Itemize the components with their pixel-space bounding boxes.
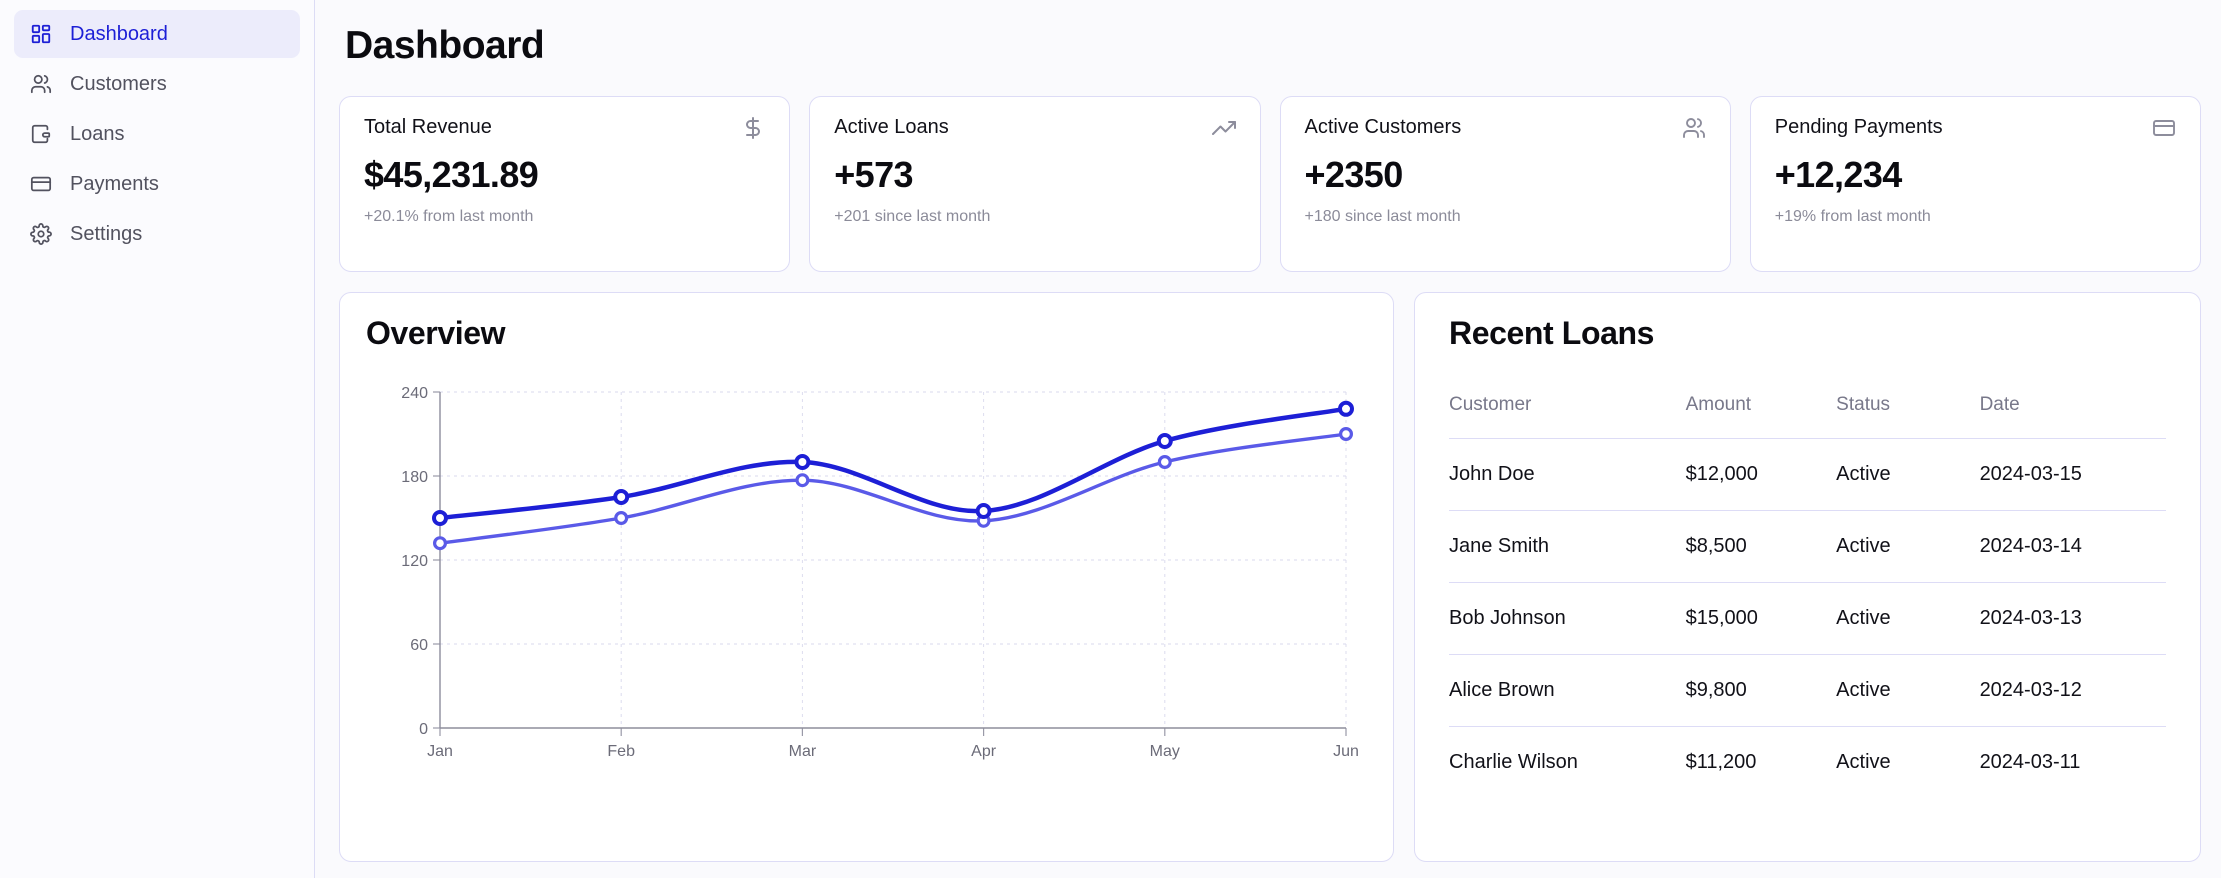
sidebar-item-label: Settings xyxy=(70,222,143,245)
sidebar-item-label: Loans xyxy=(70,122,125,145)
svg-text:Feb: Feb xyxy=(607,743,635,760)
stat-card-header: Pending Payments xyxy=(1775,116,2176,140)
loan-date: 2024-03-13 xyxy=(1979,582,2166,655)
wallet-icon xyxy=(30,123,52,145)
stat-card-title: Pending Payments xyxy=(1774,116,1943,138)
sidebar-item-loans[interactable]: Loans xyxy=(14,110,300,158)
loan-date: 2024-03-11 xyxy=(1979,726,2166,798)
svg-text:240: 240 xyxy=(401,385,428,402)
svg-text:Jun: Jun xyxy=(1333,743,1359,760)
loan-customer: Charlie Wilson xyxy=(1449,726,1686,798)
sidebar-item-settings[interactable]: Settings xyxy=(14,210,300,258)
svg-text:0: 0 xyxy=(419,721,428,738)
stat-card-header: Active Loans xyxy=(834,116,1236,140)
stat-card-title: Active Customers xyxy=(1304,116,1462,138)
stat-card-subtext: +20.1% from last month xyxy=(364,208,534,225)
column-header-amount: Amount xyxy=(1685,394,1752,415)
sidebar-item-payments[interactable]: Payments xyxy=(14,160,300,208)
layout-dashboard-icon xyxy=(30,23,52,45)
stat-card-value: +573 xyxy=(834,154,913,195)
line-chart-svg: 0 60 120 180 240 Jan Feb Mar Apr May Jun xyxy=(401,385,1359,760)
loan-status: Active xyxy=(1836,510,1980,583)
stat-card-subtext: +19% from last month xyxy=(1774,208,1931,225)
column-header-customer: Customer xyxy=(1449,394,1532,415)
recent-loans-panel: Recent Loans Customer Amount Status Date… xyxy=(1414,292,2201,862)
users-icon xyxy=(1682,116,1706,140)
loan-date: 2024-03-15 xyxy=(1979,438,2166,511)
stat-card-total-revenue[interactable]: Total Revenue $45,231.89 +20.1% from las… xyxy=(339,96,791,272)
loan-amount: $8,500 xyxy=(1685,510,1837,583)
loan-status: Active xyxy=(1836,726,1980,798)
stat-card-active-customers[interactable]: Active Customers +2350 +180 since last m… xyxy=(1279,96,1731,272)
loan-customer: Bob Johnson xyxy=(1449,582,1686,655)
stat-card-subtext: +201 since last month xyxy=(834,208,991,225)
main-content: Dashboard Total Revenue $45,231.89 +20.1… xyxy=(315,0,2221,878)
svg-text:Mar: Mar xyxy=(789,743,817,760)
stat-cards-row: Total Revenue $45,231.89 +20.1% from las… xyxy=(339,96,2201,272)
page-title: Dashboard xyxy=(345,24,545,67)
overview-title: Overview xyxy=(366,315,506,351)
svg-text:120: 120 xyxy=(401,553,428,570)
loan-date: 2024-03-14 xyxy=(1979,510,2166,583)
stat-card-subtext: +180 since last month xyxy=(1304,208,1461,225)
recent-loans-table: Customer Amount Status Date John Doe $12,… xyxy=(1449,394,2166,798)
loan-customer: John Doe xyxy=(1449,438,1686,511)
sidebar-item-dashboard[interactable]: Dashboard xyxy=(14,10,300,58)
users-icon xyxy=(30,73,52,95)
dollar-sign-icon xyxy=(741,116,765,140)
panels-row: Overview 0 60 120 180 240 Jan Feb Mar Apr May Jun … xyxy=(339,292,2201,862)
table-header-row: Customer Amount Status Date xyxy=(1449,394,2166,439)
column-header-date: Date xyxy=(1979,394,2020,415)
loan-amount: $11,200 xyxy=(1685,726,1837,798)
overview-chart[interactable]: 0 60 120 180 240 Jan Feb Mar Apr May Jun xyxy=(366,380,1367,805)
table-row[interactable]: Charlie Wilson $11,200 Active 2024-03-11 xyxy=(1449,726,2166,798)
svg-text:May: May xyxy=(1150,743,1180,760)
table-head: Customer Amount Status Date xyxy=(1449,394,2166,439)
loan-amount: $12,000 xyxy=(1685,438,1837,511)
sidebar-item-label: Payments xyxy=(70,172,159,195)
stat-card-header: Total Revenue xyxy=(364,116,765,140)
column-header-status: Status xyxy=(1836,394,1891,415)
recent-loans-title: Recent Loans xyxy=(1449,315,1655,351)
table-body: John Doe $12,000 Active 2024-03-15 Jane Smit… xyxy=(1449,438,2166,798)
loan-status: Active xyxy=(1836,582,1980,655)
credit-card-icon xyxy=(30,173,52,195)
stat-card-pending-payments[interactable]: Pending Payments +12,234 +19% from last … xyxy=(1749,96,2201,272)
table-row[interactable]: John Doe $12,000 Active 2024-03-15 xyxy=(1449,438,2166,511)
stat-card-title: Active Loans xyxy=(834,116,949,138)
svg-text:Apr: Apr xyxy=(971,743,997,760)
svg-text:180: 180 xyxy=(401,469,428,486)
sidebar-item-label: Customers xyxy=(70,72,167,95)
svg-text:Jan: Jan xyxy=(427,743,453,760)
sidebar-item-label: Dashboard xyxy=(70,22,168,45)
loan-customer: Jane Smith xyxy=(1449,510,1686,583)
sidebar-item-customers[interactable]: Customers xyxy=(14,60,300,108)
stat-card-value: +12,234 xyxy=(1774,154,1903,195)
credit-card-icon xyxy=(2152,116,2176,140)
stat-card-active-loans[interactable]: Active Loans +573 +201 since last month xyxy=(809,96,1261,272)
loan-status: Active xyxy=(1836,654,1980,727)
table-row[interactable]: Alice Brown $9,800 Active 2024-03-12 xyxy=(1449,654,2166,727)
stat-card-title: Total Revenue xyxy=(364,116,492,138)
table-row[interactable]: Jane Smith $8,500 Active 2024-03-14 xyxy=(1449,510,2166,583)
stat-card-header: Active Customers xyxy=(1305,116,1706,140)
loan-date: 2024-03-12 xyxy=(1979,654,2166,727)
svg-text:60: 60 xyxy=(410,637,428,654)
loan-amount: $15,000 xyxy=(1685,582,1837,655)
table-row[interactable]: Bob Johnson $15,000 Active 2024-03-13 xyxy=(1449,582,2166,655)
trending-up-icon xyxy=(1211,116,1236,140)
overview-panel: Overview 0 60 120 180 240 Jan Feb Mar Apr May Jun xyxy=(339,292,1394,862)
sidebar: Dashboard Customers Loans Payments Setti… xyxy=(0,0,315,878)
gear-icon xyxy=(30,223,52,245)
stat-card-value: +2350 xyxy=(1304,154,1404,195)
loan-customer: Alice Brown xyxy=(1449,654,1686,727)
loan-status: Active xyxy=(1836,438,1980,511)
stat-card-value: $45,231.89 xyxy=(364,154,539,195)
app-root: Dashboard Customers Loans Payments Setti… xyxy=(0,0,2221,878)
loan-amount: $9,800 xyxy=(1685,654,1837,727)
